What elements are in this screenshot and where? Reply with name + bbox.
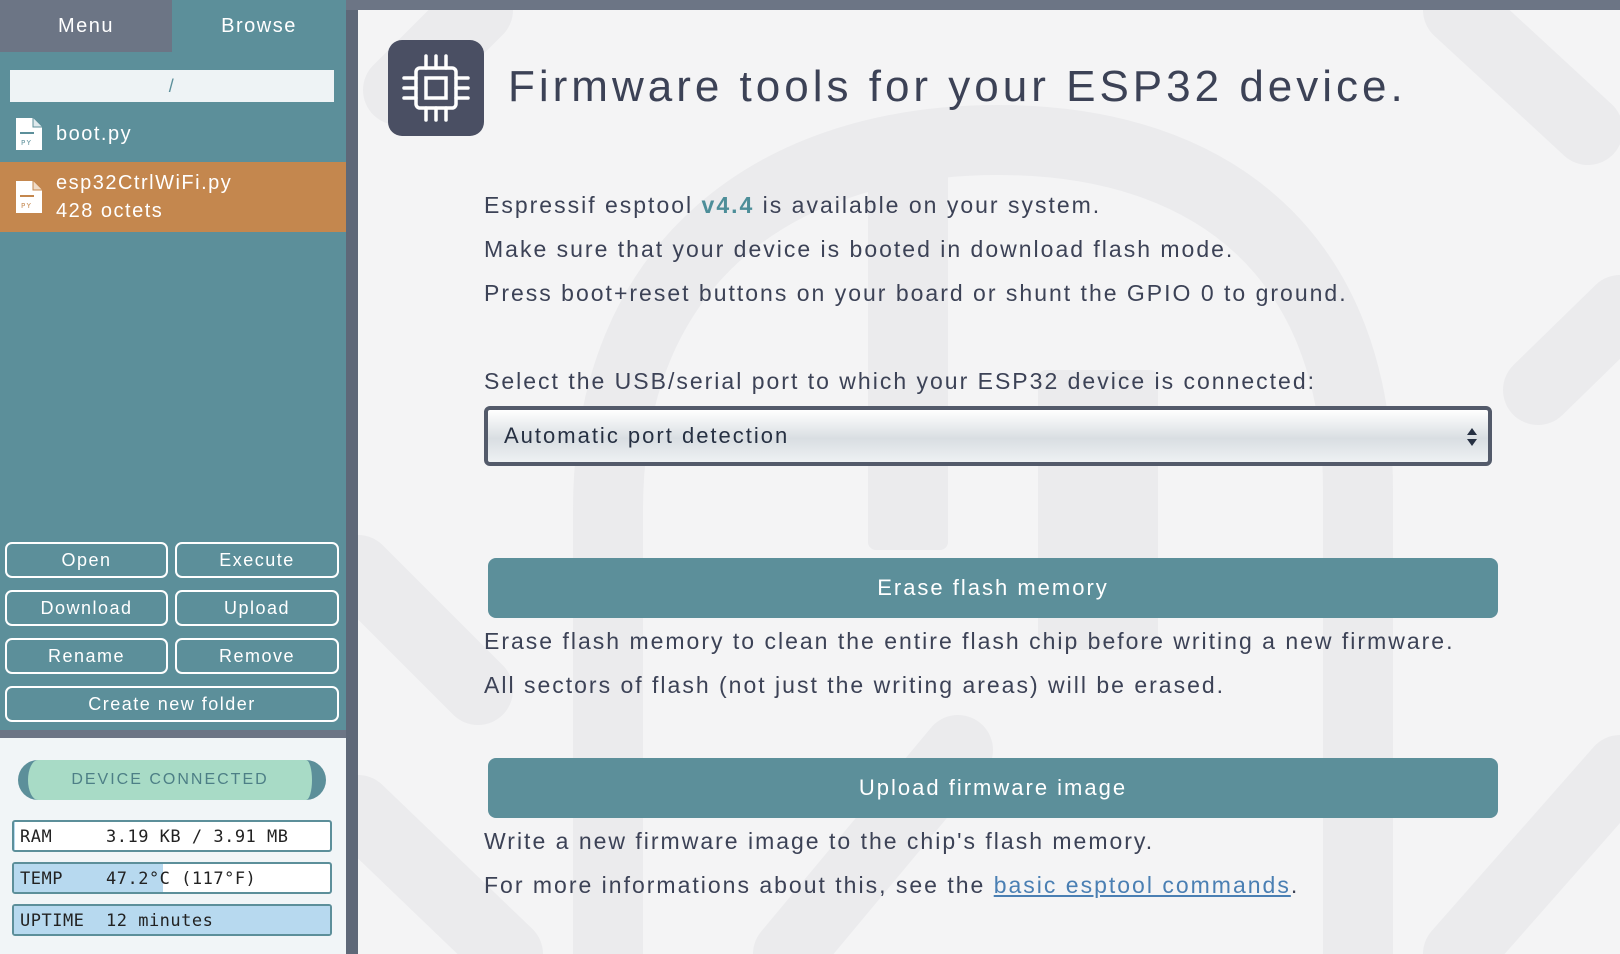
chip-icon [402,54,470,122]
sidebar: Menu Browse / PY boot.py PY esp32CtrlWiF… [0,0,346,954]
erase-desc-1: Erase flash memory to clean the entire f… [484,628,1455,654]
ram-stat: RAM 3.19 KB / 3.91 MB [12,820,332,852]
stat-label: TEMP [20,869,63,889]
upload-firmware-button[interactable]: Upload firmware image [488,758,1498,818]
intro-line-2: Make sure that your device is booted in … [484,236,1235,262]
execute-button[interactable]: Execute [175,542,339,578]
connection-status-badge: DEVICE CONNECTED [18,760,326,800]
stat-value: 47.2°C (117°F) [106,869,257,889]
stat-label: RAM [20,827,53,847]
stat-value: 12 minutes [106,911,214,931]
sidebar-divider [0,730,346,738]
file-item-boot[interactable]: PY boot.py [0,112,346,156]
stat-label: UPTIME [20,911,85,931]
current-path[interactable]: / [10,70,334,102]
sidebar-tabs: Menu Browse [0,0,346,52]
port-select-value: Automatic port detection [504,423,790,448]
upload-button[interactable]: Upload [175,590,339,626]
port-select[interactable]: Automatic port detection [484,406,1492,466]
upload-desc-1: Write a new firmware image to the chip's… [484,828,1155,854]
file-info: esp32CtrlWiFi.py 428 octets [56,169,232,225]
text: is available on your system. [754,192,1102,218]
erase-desc-2: All sectors of flash (not just the writi… [484,672,1226,698]
main-panel: Firmware tools for your ESP32 device. Es… [358,10,1620,954]
open-button[interactable]: Open [5,542,168,578]
file-name: boot.py [56,123,133,145]
tab-menu[interactable]: Menu [0,0,172,52]
uptime-stat: UPTIME 12 minutes [12,904,332,936]
esptool-version: v4.4 [701,192,755,218]
file-size: 428 octets [56,200,164,222]
python-file-icon: PY [16,181,42,213]
page-title: Firmware tools for your ESP32 device. [508,62,1407,111]
port-select-label: Select the USB/serial port to which your… [484,368,1317,394]
text: . [1290,872,1300,898]
intro-line-3: Press boot+reset buttons on your board o… [484,280,1348,306]
text: Espressif esptool [484,192,702,218]
file-icon-text: PY [21,202,32,210]
temp-stat: TEMP 47.2°C (117°F) [12,862,332,894]
erase-flash-button[interactable]: Erase flash memory [488,558,1498,618]
file-name: esp32CtrlWiFi.py [56,172,233,194]
python-file-icon: PY [16,118,42,150]
esptool-docs-link[interactable]: basic esptool commands [994,872,1291,898]
create-folder-button[interactable]: Create new folder [5,686,339,722]
file-icon-text: PY [21,139,32,147]
chip-logo-badge [388,40,484,136]
tab-browse[interactable]: Browse [172,0,346,52]
stat-value: 3.19 KB / 3.91 MB [106,827,289,847]
upload-desc-2: For more informations about this, see th… [484,872,1299,899]
esptool-version-line: Espressif esptool v4.4 is available on y… [484,192,1101,219]
remove-button[interactable]: Remove [175,638,339,674]
download-button[interactable]: Download [5,590,168,626]
device-status-panel: DEVICE CONNECTED RAM 3.19 KB / 3.91 MB T… [0,738,346,954]
file-item-selected[interactable]: PY esp32CtrlWiFi.py 428 octets [0,162,346,232]
select-arrows-icon [1467,428,1477,446]
text: For more informations about this, see th… [484,872,994,898]
rename-button[interactable]: Rename [5,638,168,674]
